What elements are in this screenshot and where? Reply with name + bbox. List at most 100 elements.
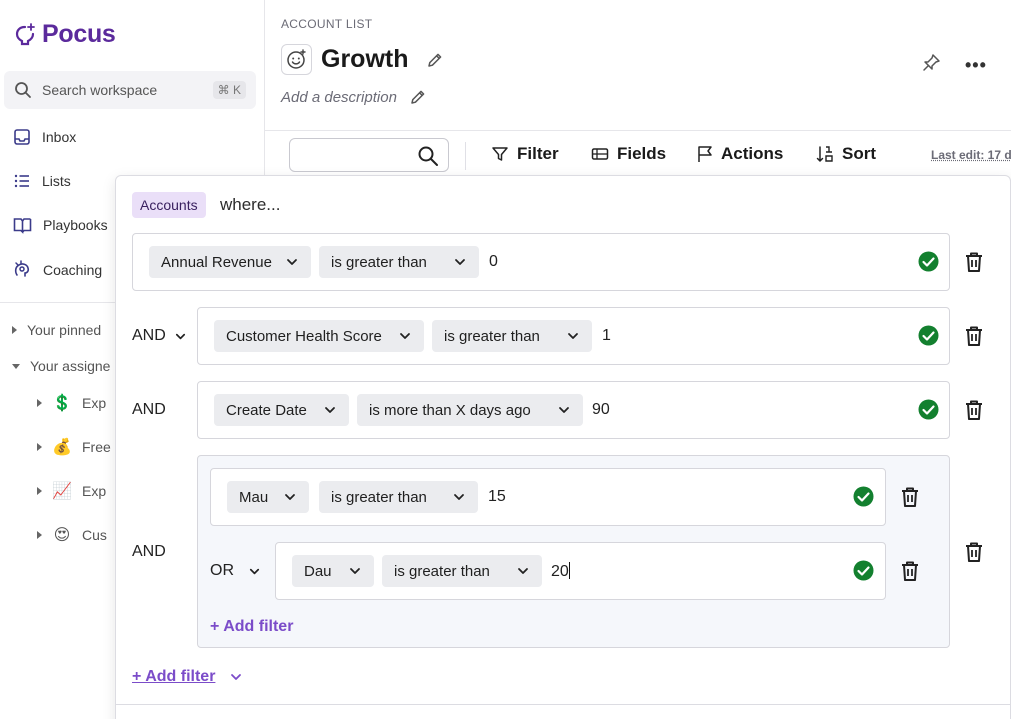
- sidebar-item-coaching[interactable]: Coaching: [13, 260, 102, 279]
- delete-filter-icon[interactable]: [901, 561, 919, 581]
- delete-filter-icon[interactable]: [901, 487, 919, 507]
- last-edit-timestamp[interactable]: Last edit: 17 d: [931, 148, 1011, 162]
- operator-select-label: is greater than: [394, 563, 490, 580]
- filter-button[interactable]: Filter: [491, 144, 559, 164]
- filter-row: Dau is greater than 20: [275, 542, 886, 600]
- delete-group-icon[interactable]: [965, 542, 983, 562]
- chevron-down-icon: [348, 564, 362, 578]
- filter-value-input[interactable]: 90: [592, 401, 610, 419]
- conjunction-select[interactable]: OR: [210, 562, 261, 580]
- tree-item-pinned[interactable]: Your pinned: [12, 322, 101, 338]
- chevron-down-icon: [566, 329, 580, 343]
- sidebar-item-label: Coaching: [43, 262, 102, 278]
- field-select[interactable]: Create Date: [214, 394, 349, 426]
- fields-button[interactable]: Fields: [591, 144, 666, 164]
- filter-row: Customer Health Score is greater than 1: [197, 307, 950, 365]
- chevron-down-icon[interactable]: [229, 670, 243, 684]
- delete-filter-icon[interactable]: [965, 252, 983, 272]
- sidebar-item-lists[interactable]: Lists: [13, 172, 71, 190]
- table-columns-icon: [591, 146, 609, 162]
- conjunction-text: AND: [132, 401, 166, 419]
- pocus-logo-icon: [14, 23, 36, 47]
- list-search-input[interactable]: [289, 138, 449, 172]
- add-filter-button[interactable]: + Add filter: [132, 668, 243, 686]
- field-select[interactable]: Customer Health Score: [214, 320, 424, 352]
- chevron-down-icon: [453, 255, 467, 269]
- filter-value-input[interactable]: 15: [488, 488, 506, 506]
- edit-description-icon[interactable]: [409, 88, 427, 106]
- valid-check-icon: [918, 251, 939, 272]
- caret-right-icon[interactable]: [37, 399, 42, 407]
- list-item[interactable]: 😍 Cus: [37, 525, 107, 545]
- list-item[interactable]: 💰 Free: [37, 437, 111, 457]
- conjunction-select[interactable]: AND: [132, 327, 187, 345]
- operator-select[interactable]: is more than X days ago: [357, 394, 583, 426]
- filter-value-input[interactable]: 1: [602, 327, 611, 345]
- list-item-label: Exp: [82, 483, 106, 499]
- where-label: where...: [220, 195, 280, 215]
- caret-right-icon[interactable]: [37, 487, 42, 495]
- filter-value-input[interactable]: 0: [489, 253, 498, 271]
- smiley-add-icon: [286, 49, 307, 70]
- caret-down-icon[interactable]: [12, 364, 20, 369]
- group-add-filter-button[interactable]: + Add filter: [210, 618, 293, 636]
- operator-select[interactable]: is greater than: [432, 320, 592, 352]
- chevron-down-icon: [283, 490, 297, 504]
- tree-item-label: Your assigne: [30, 358, 110, 374]
- coaching-icon: [13, 260, 32, 279]
- emoji-picker-button[interactable]: [281, 44, 312, 75]
- sort-button[interactable]: Sort: [816, 144, 876, 164]
- sidebar-item-label: Playbooks: [43, 217, 108, 233]
- field-select[interactable]: Annual Revenue: [149, 246, 311, 278]
- caret-right-icon[interactable]: [37, 531, 42, 539]
- caret-right-icon[interactable]: [12, 326, 17, 334]
- page-title[interactable]: Growth: [321, 45, 409, 74]
- delete-filter-icon[interactable]: [965, 400, 983, 420]
- filter-row: Create Date is more than X days ago 90: [197, 381, 950, 439]
- valid-check-icon: [853, 560, 874, 581]
- popup-footer-divider: [116, 704, 1010, 705]
- workspace-search[interactable]: Search workspace ⌘ K: [4, 71, 256, 109]
- conjunction-label: AND: [132, 327, 166, 345]
- breadcrumb[interactable]: ACCOUNT LIST: [281, 17, 372, 31]
- flag-icon: [697, 145, 713, 163]
- operator-select-label: is greater than: [331, 489, 427, 506]
- delete-filter-icon[interactable]: [965, 326, 983, 346]
- dollar-emoji-icon: 💲: [52, 393, 72, 413]
- list-item[interactable]: 📈 Exp: [37, 481, 106, 501]
- sort-icon: [816, 145, 834, 163]
- caret-right-icon[interactable]: [37, 443, 42, 451]
- field-select-label: Create Date: [226, 402, 307, 419]
- description-placeholder[interactable]: Add a description: [281, 89, 397, 106]
- operator-select[interactable]: is greater than: [319, 246, 479, 278]
- sidebar-item-playbooks[interactable]: Playbooks: [13, 216, 108, 234]
- edit-title-icon[interactable]: [426, 51, 444, 69]
- filter-label: Filter: [517, 144, 559, 164]
- actions-button[interactable]: Actions: [697, 144, 783, 164]
- more-options-icon[interactable]: •••: [965, 55, 987, 76]
- operator-select[interactable]: is greater than: [319, 481, 478, 513]
- list-item[interactable]: 💲 Exp: [37, 393, 106, 413]
- shortcut-badge: ⌘ K: [213, 81, 246, 99]
- field-select[interactable]: Dau: [292, 555, 374, 587]
- chevron-down-icon: [174, 330, 187, 343]
- list-item-label: Free: [82, 439, 111, 455]
- field-select[interactable]: Mau: [227, 481, 309, 513]
- description-row[interactable]: Add a description: [281, 88, 427, 106]
- text-cursor: [569, 562, 570, 579]
- pin-icon[interactable]: [921, 53, 941, 73]
- field-select-label: Mau: [239, 489, 268, 506]
- toolbar-separator: [465, 142, 466, 170]
- heart-eyes-emoji-icon: 😍: [52, 525, 72, 545]
- tree-item-assigned[interactable]: Your assigne: [12, 358, 110, 374]
- conjunction-label: AND: [132, 543, 166, 561]
- sidebar-item-inbox[interactable]: Inbox: [13, 128, 76, 146]
- search-icon: [417, 145, 439, 167]
- filter-value-input[interactable]: 20: [551, 562, 570, 581]
- conjunction-label: OR: [210, 562, 234, 580]
- chevron-down-icon: [323, 403, 337, 417]
- operator-select[interactable]: is greater than: [382, 555, 542, 587]
- logo[interactable]: Pocus: [14, 20, 116, 49]
- list-item-label: Exp: [82, 395, 106, 411]
- valid-check-icon: [918, 325, 939, 346]
